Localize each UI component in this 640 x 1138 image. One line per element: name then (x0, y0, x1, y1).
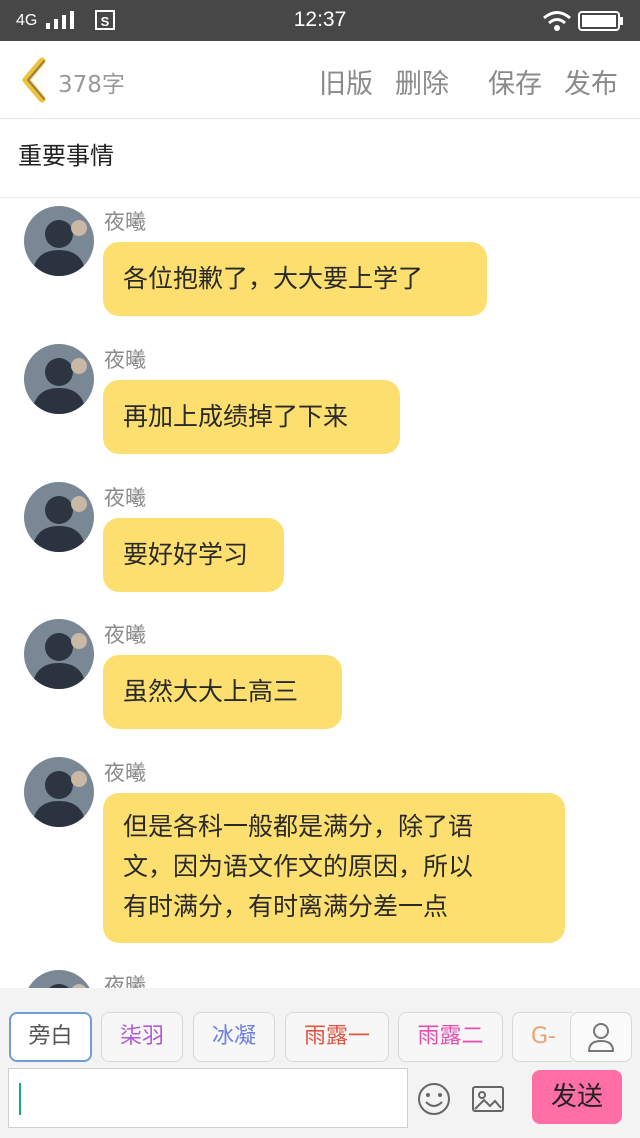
status-bar: 4G S 12:37 (0, 0, 640, 41)
message-text: 各位抱歉了，大大要上学了 (123, 264, 424, 293)
message-text-line: 有时满分，有时离满分差一点 (123, 892, 449, 921)
role-tab[interactable]: 雨露二 (398, 1012, 503, 1062)
sender-name: 夜曦 (104, 974, 146, 988)
avatar[interactable] (24, 344, 94, 414)
role-label: 柒羽 (119, 1024, 164, 1049)
wifi-icon (543, 11, 571, 31)
composer-panel: 旁白 柒羽 冰凝 雨露一 雨露二 G-D 发送 (0, 988, 640, 1138)
message-text-line: 但是各科一般都是满分，除了语 (123, 812, 474, 841)
message-text-line: 文，因为语文作文的原因，所以 (123, 852, 474, 881)
avatar[interactable] (24, 482, 94, 552)
role-tab[interactable]: 冰凝 (193, 1012, 275, 1062)
role-tab[interactable]: G-D (512, 1012, 572, 1062)
save-button[interactable]: 保存 (488, 62, 542, 101)
avatar[interactable] (24, 619, 94, 689)
sender-name: 夜曦 (104, 623, 146, 647)
chapter-title-row[interactable]: 重要事情 (0, 119, 640, 198)
sender-name: 夜曦 (104, 486, 146, 510)
avatar[interactable] (24, 970, 94, 988)
message-text: 虽然大大上高三 (123, 677, 299, 706)
role-label: 冰凝 (211, 1024, 256, 1049)
publish-button[interactable]: 发布 (564, 62, 618, 101)
role-label: 雨露一 (303, 1024, 370, 1049)
message-text: 要好好学习 (123, 540, 249, 569)
message-bubble[interactable]: 要好好学习 (103, 518, 284, 592)
avatar[interactable] (24, 757, 94, 827)
back-arrow-icon[interactable] (14, 55, 54, 105)
word-count: 378字 (58, 72, 125, 98)
send-button[interactable]: 发送 (532, 1070, 622, 1124)
sender-name: 夜曦 (104, 348, 146, 372)
message-list[interactable]: 夜曦 各位抱歉了，大大要上学了 夜曦 再加上成绩掉了下来 夜曦 要好好学习 夜曦… (0, 198, 640, 988)
role-tab[interactable]: 旁白 (9, 1012, 92, 1062)
role-tab[interactable]: 雨露一 (285, 1012, 389, 1062)
role-label: 旁白 (28, 1024, 73, 1049)
text-caret (19, 1083, 21, 1115)
message-bubble[interactable]: 但是各科一般都是满分，除了语 文，因为语文作文的原因，所以 有时满分，有时离满分… (103, 793, 565, 943)
chapter-title[interactable]: 重要事情 (18, 136, 114, 171)
delete-button[interactable]: 删除 (395, 62, 449, 101)
message-input[interactable] (8, 1068, 408, 1128)
message-bubble[interactable]: 虽然大大上高三 (103, 655, 342, 729)
avatar[interactable] (24, 206, 94, 276)
old-version-button[interactable]: 旧版 (319, 62, 373, 101)
role-label: 雨露二 (417, 1024, 484, 1049)
person-icon (587, 1023, 615, 1052)
role-label: G-D (531, 1024, 556, 1049)
emoji-icon[interactable] (416, 1081, 452, 1117)
user-select-button[interactable] (570, 1012, 632, 1062)
image-icon[interactable] (470, 1081, 506, 1117)
battery-icon (578, 11, 623, 31)
sender-name: 夜曦 (104, 761, 146, 785)
message-text: 再加上成绩掉了下来 (123, 402, 349, 431)
message-bubble[interactable]: 各位抱歉了，大大要上学了 (103, 242, 487, 316)
sender-name: 夜曦 (104, 210, 146, 234)
message-bubble[interactable]: 再加上成绩掉了下来 (103, 380, 400, 454)
role-tab[interactable]: 柒羽 (101, 1012, 183, 1062)
editor-toolbar: 378字 旧版 删除 保存 发布 (0, 41, 640, 119)
